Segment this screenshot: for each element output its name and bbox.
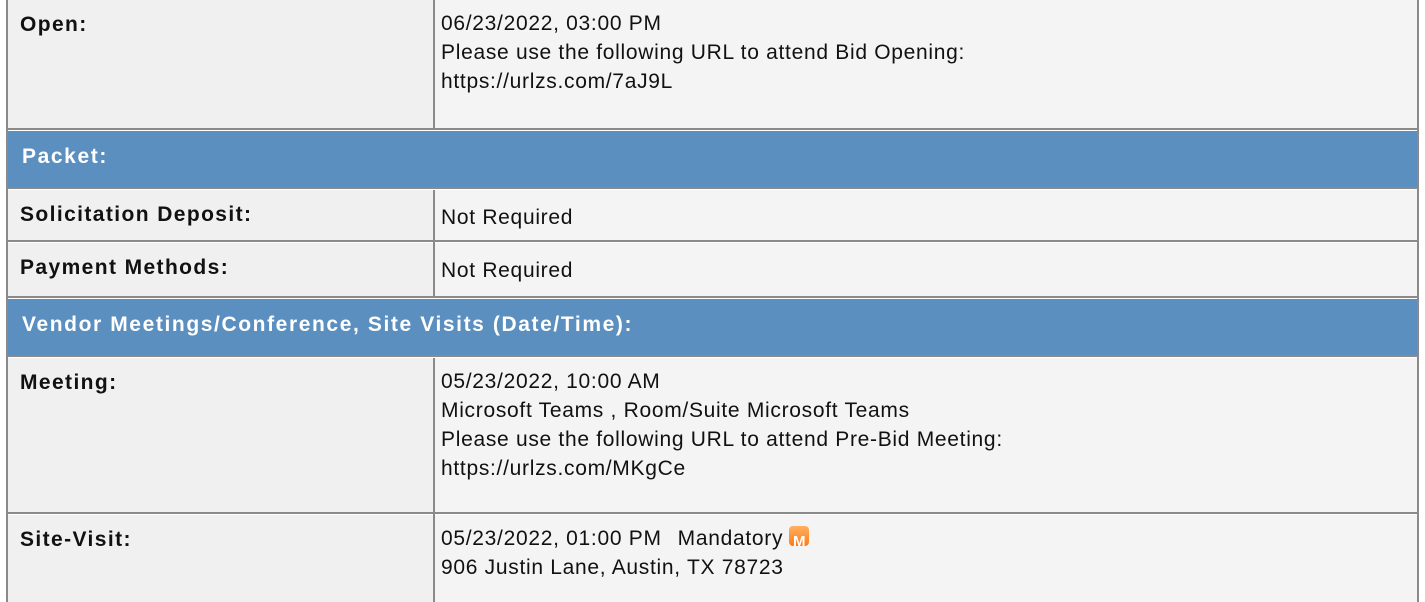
column-divider-meetings: [433, 358, 435, 602]
payment-methods-label: Payment Methods:: [20, 256, 230, 279]
meeting-row: Meeting: 05/23/2022, 10:00 AM Microsoft …: [8, 358, 1417, 512]
open-label: Open:: [20, 13, 88, 36]
solicitation-deposit-label: Solicitation Deposit:: [20, 203, 253, 226]
divider-6: [6, 512, 1419, 514]
site-visit-status: Mandatory: [677, 527, 784, 550]
mandatory-icon-letter: M: [792, 533, 806, 550]
column-divider-packet: [433, 190, 435, 296]
open-value-cell: 06/23/2022, 03:00 PM Please use the foll…: [435, 0, 1417, 128]
meeting-value-cell: 05/23/2022, 10:00 AM Microsoft Teams , R…: [435, 358, 1417, 512]
open-value: 06/23/2022, 03:00 PM Please use the foll…: [441, 9, 965, 96]
meeting-note: Please use the following URL to attend P…: [441, 428, 1003, 451]
solicitation-deposit-row: Solicitation Deposit: Not Required: [8, 190, 1417, 240]
payment-methods-value: Not Required: [441, 259, 574, 282]
packet-header: Packet:: [22, 145, 108, 168]
open-date-time: 06/23/2022, 03:00 PM: [441, 12, 662, 35]
solicitation-deposit-label-cell: Solicitation Deposit:: [8, 190, 433, 240]
open-note: Please use the following URL to attend B…: [441, 41, 966, 64]
payment-methods-label-cell: Payment Methods:: [8, 243, 433, 296]
divider-2: [6, 187, 1419, 189]
vendor-meetings-header: Vendor Meetings/Conference, Site Visits …: [22, 313, 634, 336]
site-visit-row: Site-Visit: 05/23/2022, 01:00 PM Mandator…: [8, 515, 1417, 602]
site-visit-value: 05/23/2022, 01:00 PM Mandatory M 906 Justi…: [441, 524, 810, 582]
meeting-label: Meeting:: [20, 371, 118, 394]
vendor-meetings-section-header: Vendor Meetings/Conference, Site Visits …: [8, 299, 1417, 355]
site-visit-label-cell: Site-Visit:: [8, 515, 433, 602]
packet-section-header: Packet:: [8, 131, 1417, 187]
site-visit-date-time: 05/23/2022, 01:00 PM: [441, 527, 662, 550]
open-label-cell: Open:: [8, 0, 433, 128]
divider-1: [6, 128, 1419, 130]
site-visit-line-1: 05/23/2022, 01:00 PM Mandatory M: [441, 524, 810, 553]
meeting-label-cell: Meeting:: [8, 358, 433, 512]
solicitation-details: Open: 06/23/2022, 03:00 PM Please use th…: [0, 0, 1425, 602]
solicitation-deposit-value: Not Required: [441, 206, 574, 229]
meeting-value: 05/23/2022, 10:00 AM Microsoft Teams , R…: [441, 367, 1003, 483]
open-url: https://urlzs.com/7aJ9L: [441, 70, 674, 93]
payment-methods-row: Payment Methods: Not Required: [8, 243, 1417, 296]
divider-3: [6, 240, 1419, 242]
site-visit-label: Site-Visit:: [20, 528, 132, 551]
site-visit-value-cell: 05/23/2022, 01:00 PM Mandatory M 906 Justi…: [435, 515, 1417, 602]
mandatory-icon: M: [789, 526, 810, 550]
meeting-date-time: 05/23/2022, 10:00 AM: [441, 370, 661, 393]
solicitation-deposit-value-cell: Not Required: [435, 190, 1417, 240]
meeting-url: https://urlzs.com/MKgCe: [441, 457, 686, 480]
divider-4: [6, 296, 1419, 298]
payment-methods-value-cell: Not Required: [435, 243, 1417, 296]
open-row: Open: 06/23/2022, 03:00 PM Please use th…: [8, 0, 1417, 128]
meeting-location: Microsoft Teams , Room/Suite Microsoft T…: [441, 399, 910, 422]
divider-5: [6, 355, 1419, 357]
site-visit-address: 906 Justin Lane, Austin, TX 78723: [441, 556, 784, 579]
column-divider-top: [433, 0, 435, 128]
